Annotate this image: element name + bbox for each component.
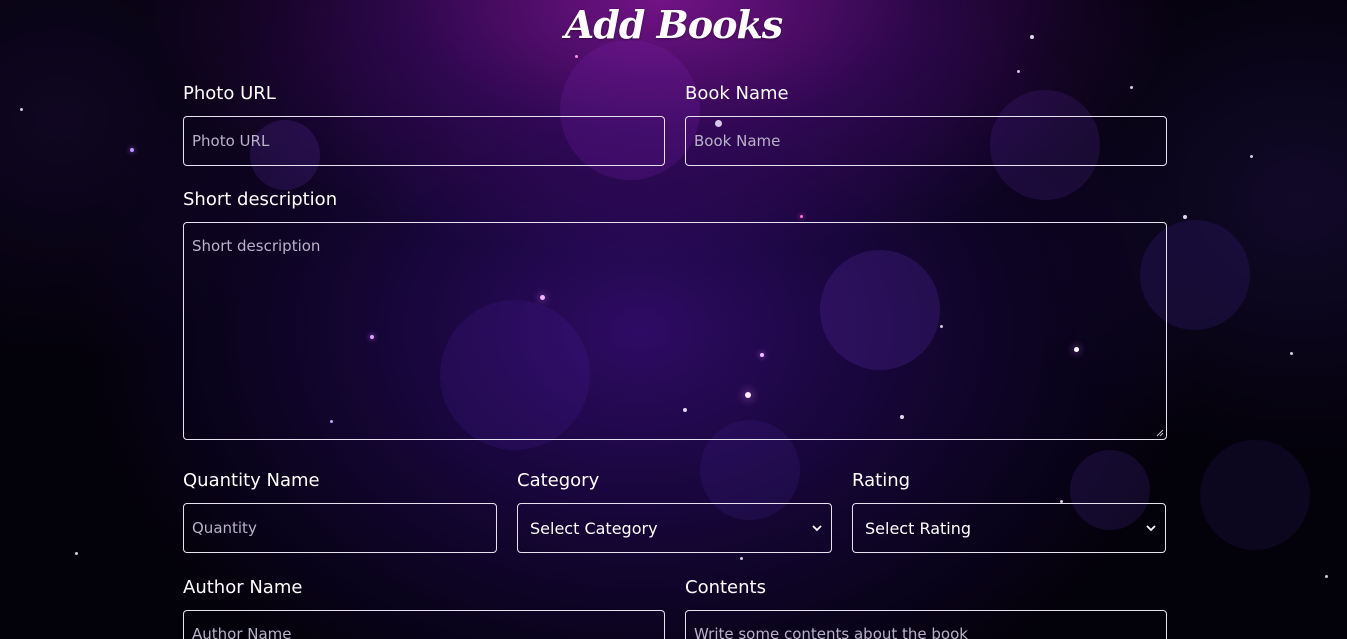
book-name-placeholder: Book Name [694,132,781,150]
author-name-input[interactable]: Author Name [183,610,665,639]
short-description-textarea[interactable]: Short description [183,222,1167,440]
contents-placeholder: Write some contents about the book [694,625,968,639]
photo-url-input[interactable]: Photo URL [183,116,665,166]
photo-url-placeholder: Photo URL [192,132,270,150]
category-label: Category [517,470,600,491]
short-description-label: Short description [183,189,338,210]
resize-handle-icon[interactable] [1156,429,1164,437]
contents-label: Contents [685,577,766,598]
chevron-down-icon [809,520,825,536]
quantity-input[interactable]: Quantity [183,503,497,553]
rating-selected-value: Select Rating [865,518,972,538]
category-selected-value: Select Category [530,518,658,538]
chevron-down-icon [1143,520,1159,536]
photo-url-label: Photo URL [183,83,276,104]
quantity-placeholder: Quantity [192,519,257,537]
book-name-label: Book Name [685,83,789,104]
book-name-input[interactable]: Book Name [685,116,1167,166]
short-description-placeholder: Short description [192,237,321,255]
contents-textarea[interactable]: Write some contents about the book [685,610,1167,639]
rating-select[interactable]: Select Rating [852,503,1166,553]
author-name-label: Author Name [183,577,303,598]
author-name-placeholder: Author Name [192,625,292,639]
quantity-label: Quantity Name [183,470,320,491]
page-title: Add Books [564,2,783,47]
category-select[interactable]: Select Category [517,503,832,553]
rating-label: Rating [852,470,911,491]
